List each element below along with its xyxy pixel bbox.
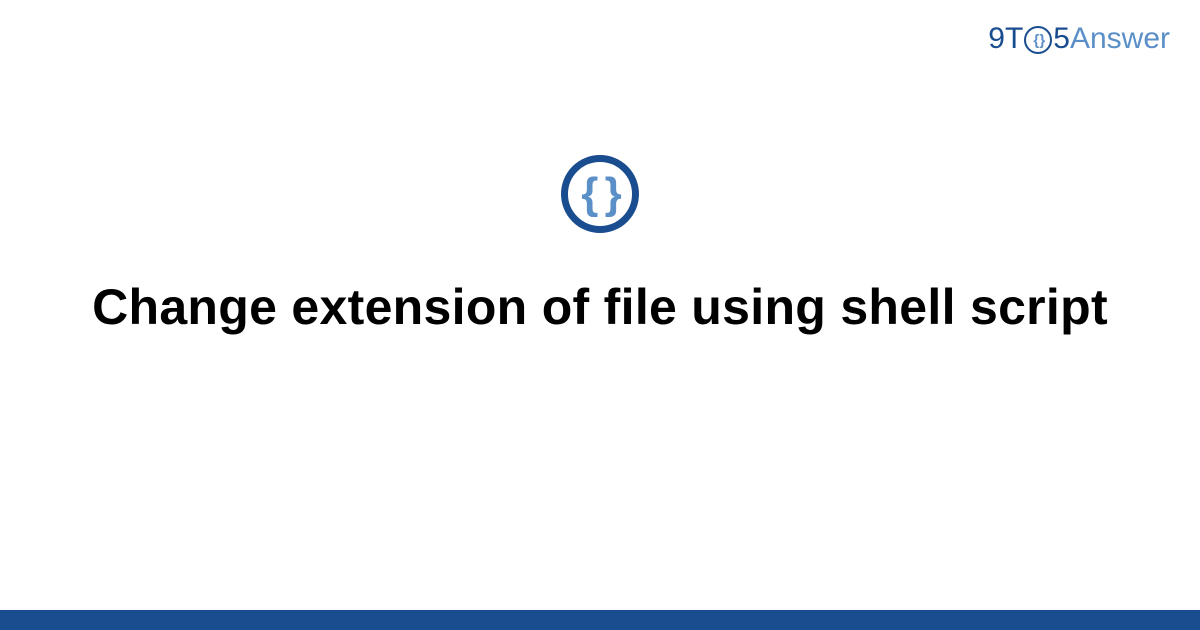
logo-t: T xyxy=(1005,22,1023,56)
braces-glyph: { } xyxy=(581,169,618,219)
logo-nine: 9 xyxy=(988,22,1005,56)
logo-braces-icon: { } xyxy=(1033,32,1043,49)
logo-answer: Answer xyxy=(1070,22,1170,56)
site-logo: 9 T { } 5 Answer xyxy=(988,22,1170,56)
page-title: Change extension of file using shell scr… xyxy=(60,275,1140,340)
logo-five: 5 xyxy=(1053,22,1070,56)
logo-circle-icon: { } xyxy=(1024,26,1052,54)
bottom-accent-bar xyxy=(0,610,1200,630)
code-braces-icon: { } xyxy=(561,155,639,233)
